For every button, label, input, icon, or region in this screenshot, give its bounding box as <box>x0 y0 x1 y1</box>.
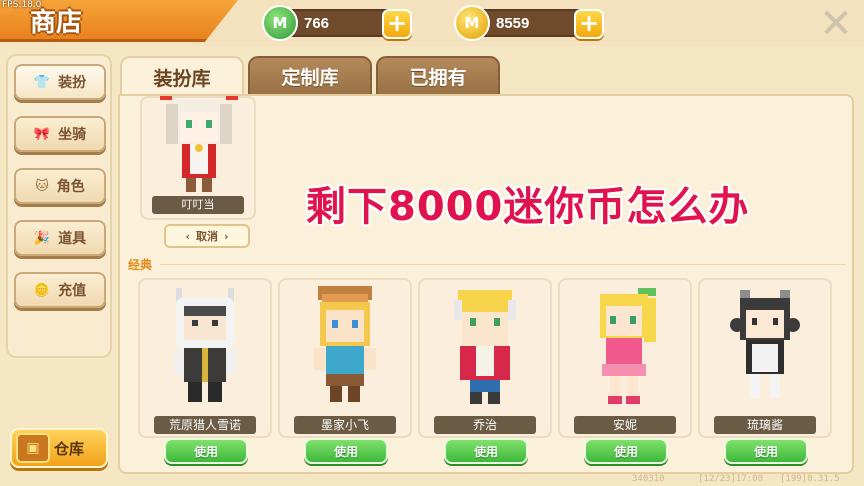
add-coins-button[interactable]: + <box>574 9 604 39</box>
character-name: 荒原猎人雪诺 <box>154 416 256 434</box>
character-avatar-dingdingdang <box>160 96 238 192</box>
character-name: 琉璃酱 <box>714 416 816 434</box>
sidebar-item-label: 角色 <box>56 179 85 195</box>
selected-outfit-name: 叮叮当 <box>152 196 244 214</box>
use-button[interactable]: 使用 <box>724 438 808 464</box>
content-panel: 叮叮当 ‹ 取消 › 剩下8000迷你币怎么办 经典 荒原猎人雪诺 使用 墨家小… <box>118 94 854 474</box>
sidebar-item-mount[interactable]: 🎀 坐骑 <box>14 116 106 152</box>
footer-debug-version: [199]0.31.5 <box>780 474 840 484</box>
character-name: 乔治 <box>434 416 536 434</box>
treasure-chest-icon: ▣ <box>16 433 50 463</box>
sidebar-item-props[interactable]: 🎉 道具 <box>14 220 106 256</box>
tab-outfit-library[interactable]: 装扮库 <box>120 56 244 96</box>
top-bar: 商店 FPS:18.0 M 766 + M 8559 + ✕ <box>0 0 864 46</box>
cancel-label: 取消 <box>196 230 218 243</box>
character-card[interactable]: 墨家小飞 <box>278 278 412 438</box>
use-button[interactable]: 使用 <box>304 438 388 464</box>
chevron-right-icon: › <box>224 229 229 243</box>
tab-owned[interactable]: 已拥有 <box>376 56 500 96</box>
character-card[interactable]: 琉璃酱 <box>698 278 832 438</box>
use-button[interactable]: 使用 <box>164 438 248 464</box>
sidebar: 👕 装扮 🎀 坐骑 🐱 角色 🎉 道具 🪙 充值 <box>6 54 112 358</box>
character-avatar-snow <box>174 288 236 402</box>
chevron-left-icon: ‹ <box>185 229 190 243</box>
coin-count: 8559 <box>496 15 530 32</box>
sidebar-item-character[interactable]: 🐱 角色 <box>14 168 106 204</box>
party-popper-icon: 🎉 <box>33 230 51 246</box>
warehouse-label: 仓库 <box>54 439 85 458</box>
ribbon-icon: 🎀 <box>33 126 51 142</box>
character-card[interactable]: 安妮 <box>558 278 692 438</box>
gem-count: 766 <box>304 15 330 32</box>
green-gem-icon: M <box>262 5 298 41</box>
sidebar-item-outfit[interactable]: 👕 装扮 <box>14 64 106 100</box>
close-icon[interactable]: ✕ <box>818 4 854 44</box>
sidebar-item-label: 坐骑 <box>58 127 87 143</box>
section-divider <box>160 264 846 265</box>
shop-window: 商店 FPS:18.0 M 766 + M 8559 + ✕ 👕 装扮 🎀 坐骑… <box>0 0 864 486</box>
fps-counter: FPS:18.0 <box>2 0 42 10</box>
footer-debug-id: 340310 <box>632 474 665 484</box>
currency-gems: M 766 + <box>262 5 412 41</box>
cat-face-icon: 🐱 <box>35 178 49 194</box>
sidebar-item-label: 充值 <box>58 283 87 299</box>
character-avatar-mojia <box>314 286 376 402</box>
character-name: 安妮 <box>574 416 676 434</box>
sidebar-item-label: 装扮 <box>58 75 87 91</box>
footer-debug-date: [12/23]17:00 <box>698 474 764 484</box>
selected-outfit-card[interactable]: 叮叮当 <box>140 96 256 220</box>
use-button[interactable]: 使用 <box>584 438 668 464</box>
cancel-button[interactable]: ‹ 取消 › <box>164 224 250 248</box>
sidebar-item-label: 道具 <box>58 231 87 247</box>
shirt-icon: 👕 <box>33 74 51 90</box>
character-name: 墨家小飞 <box>294 416 396 434</box>
character-card[interactable]: 荒原猎人雪诺 <box>138 278 272 438</box>
currency-coins: M 8559 + <box>454 5 604 41</box>
gold-coin-icon: M <box>454 5 490 41</box>
character-avatar-annie <box>600 288 656 404</box>
character-avatar-george <box>454 290 516 404</box>
overlay-caption: 剩下8000迷你币怎么办 <box>306 184 750 230</box>
section-label-classic: 经典 <box>128 258 153 272</box>
character-card[interactable]: 乔治 <box>418 278 552 438</box>
add-gems-button[interactable]: + <box>382 9 412 39</box>
warehouse-button[interactable]: ▣ 仓库 <box>10 428 108 468</box>
use-button[interactable]: 使用 <box>444 438 528 464</box>
coin-stack-icon: 🪙 <box>33 282 51 298</box>
tab-custom-library[interactable]: 定制库 <box>248 56 372 96</box>
character-avatar-liuli <box>730 290 800 398</box>
sidebar-item-recharge[interactable]: 🪙 充值 <box>14 272 106 308</box>
